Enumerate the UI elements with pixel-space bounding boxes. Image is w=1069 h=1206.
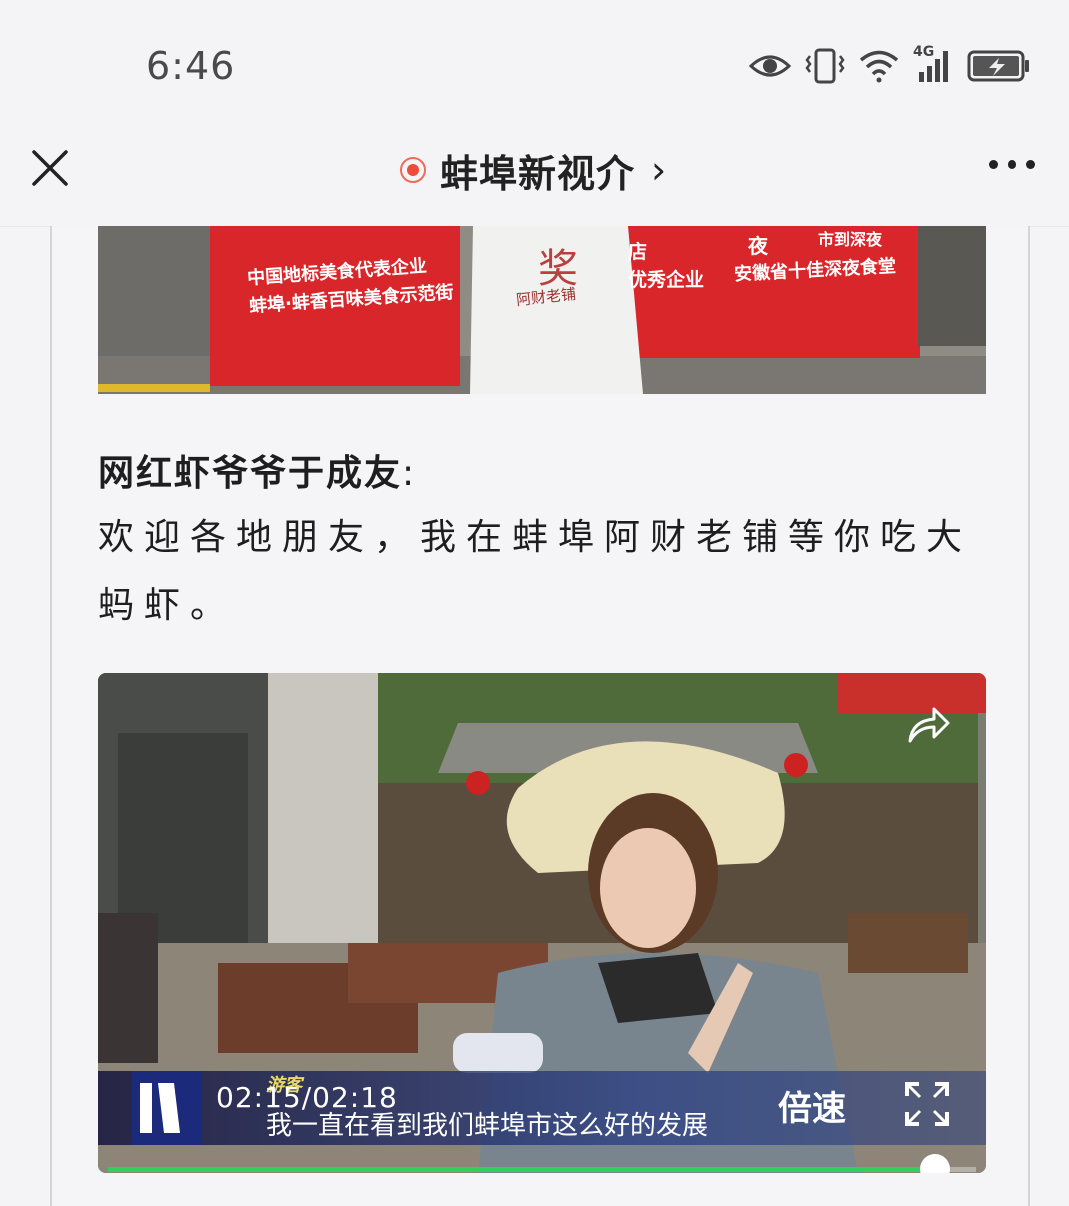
article-card: 中国地标美食代表企业 蚌埠·蚌香百味美食示范街 奖 阿财老铺 店 优秀企业 夜 … <box>50 226 1030 1206</box>
cellular-indicator: 4G <box>913 44 953 84</box>
speaker-line: 网红虾爷爷于成友: <box>98 444 416 496</box>
article-photo: 中国地标美食代表企业 蚌埠·蚌香百味美食示范街 奖 阿财老铺 店 优秀企业 夜 … <box>98 226 986 394</box>
share-icon <box>908 707 950 743</box>
video-player[interactable]: 游客 我一直在看到我们蚌埠市这么好的发展 02:15/02:18 倍速 <box>98 673 986 1173</box>
more-icon <box>989 159 998 169</box>
speaker-name: 网红虾爷爷于成友 <box>98 453 403 494</box>
quote-text: 欢迎各地朋友，我在蚌埠阿财老铺等你吃大蚂虾。 <box>98 517 973 626</box>
signal-icon <box>919 51 948 82</box>
banner-right-line1: 夜 <box>748 234 768 258</box>
progress-bar[interactable] <box>108 1154 976 1173</box>
status-time: 6:46 <box>146 44 236 88</box>
close-icon <box>32 150 68 186</box>
share-button[interactable] <box>904 701 952 749</box>
eye-icon <box>749 55 791 77</box>
status-bar: 6:46 4G <box>0 0 1069 120</box>
vibrate-icon <box>805 48 845 84</box>
status-icons: 4G <box>749 44 1031 88</box>
more-button[interactable] <box>989 154 1036 174</box>
more-icon-dot <box>1026 159 1036 169</box>
chevron-right-icon: › <box>651 148 667 192</box>
channel-logo-icon <box>132 1071 202 1145</box>
playback-speed-button[interactable]: 倍速 <box>778 1081 846 1130</box>
channel-logo-shape <box>140 1083 180 1133</box>
progress-fill <box>108 1167 936 1172</box>
battery-charging-icon <box>967 50 1029 82</box>
wifi-icon <box>859 50 899 83</box>
more-icon-dot <box>1007 159 1017 169</box>
live-dot-icon <box>400 157 426 183</box>
close-button[interactable] <box>30 148 70 188</box>
nav-bar: 蚌埠新视介 › <box>0 120 1069 227</box>
channel-title: 蚌埠新视介 <box>440 151 636 196</box>
banner-mid-text: 店 优秀企业 <box>628 241 705 291</box>
speaker-colon: : <box>402 453 417 494</box>
channel-title-link[interactable]: 蚌埠新视介 › <box>400 142 666 198</box>
fullscreen-button[interactable] <box>904 1081 950 1127</box>
playback-time: 02:15/02:18 <box>216 1081 398 1114</box>
banner-right-line2: 市到深夜 <box>818 230 883 249</box>
fullscreen-icon <box>905 1082 949 1126</box>
